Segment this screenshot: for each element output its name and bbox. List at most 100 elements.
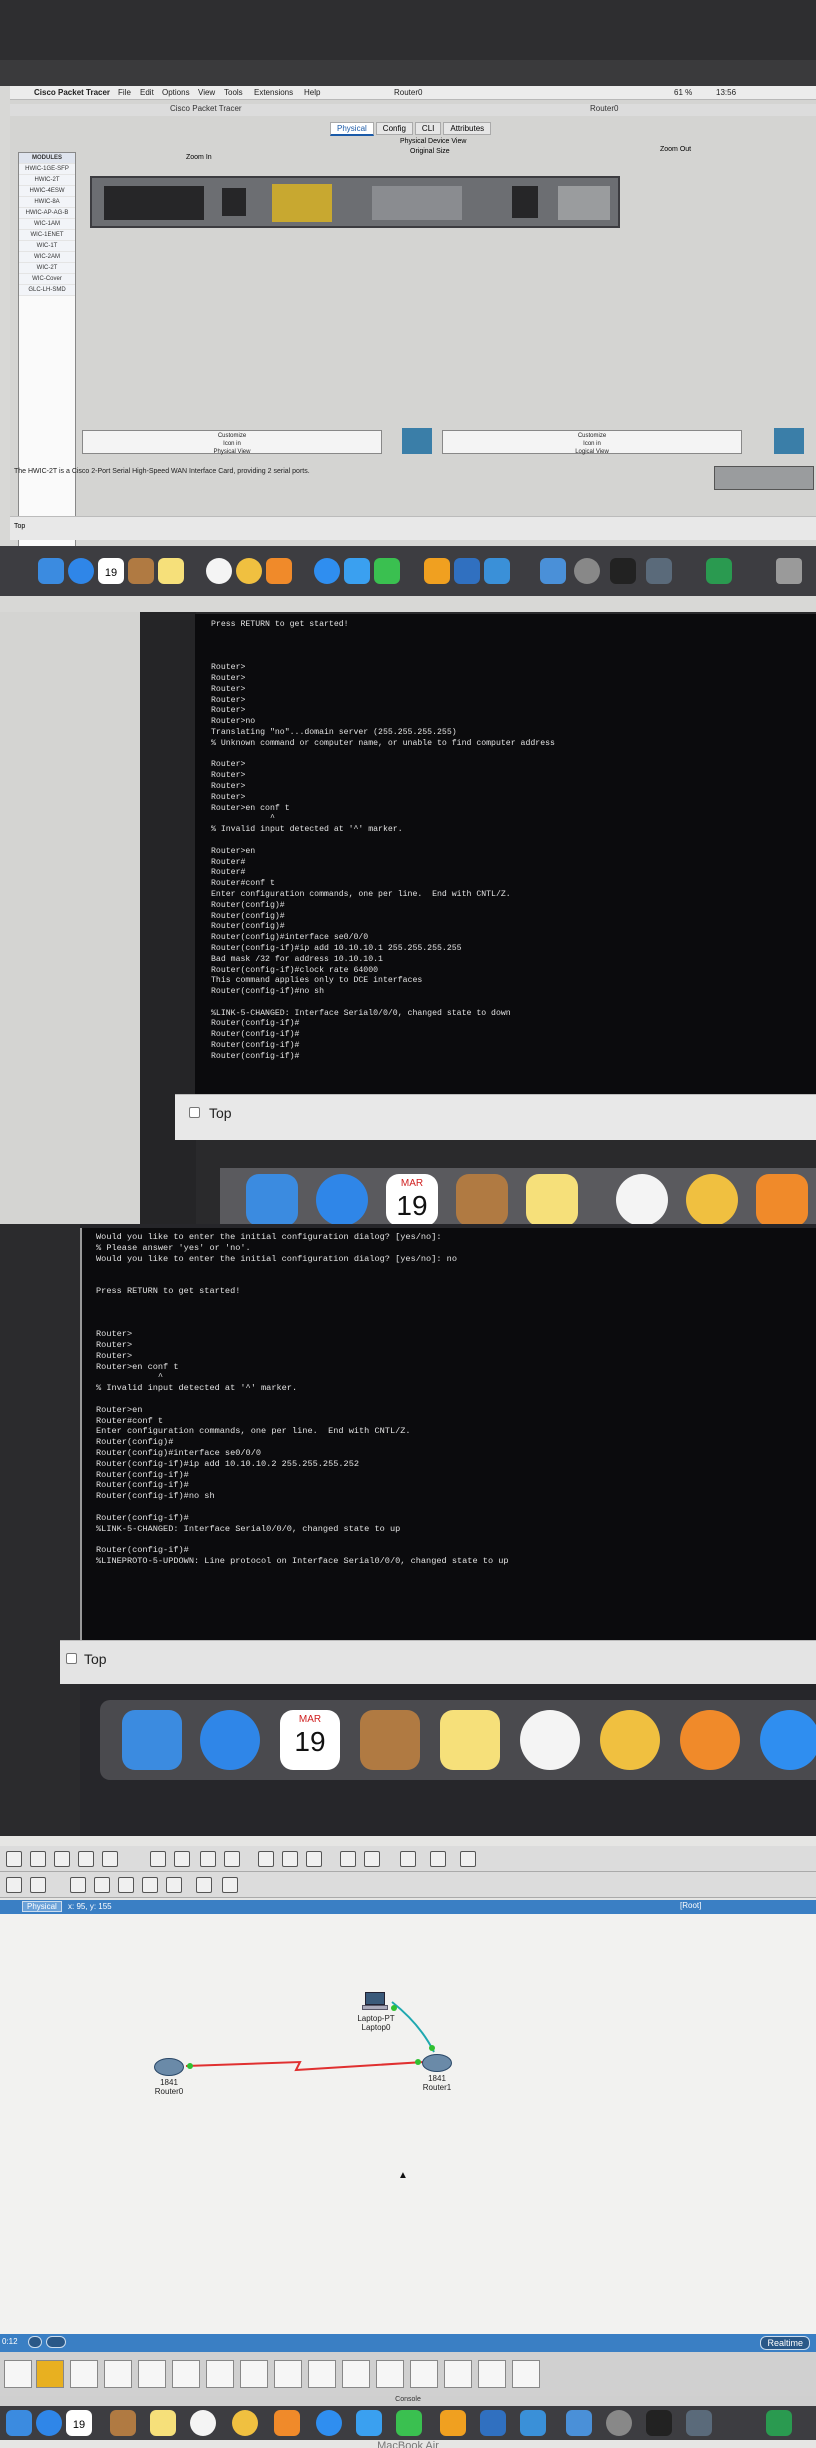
original-size-button[interactable]: Original Size — [410, 148, 450, 155]
delete-icon[interactable] — [70, 1877, 86, 1893]
straight-through-cable-icon[interactable] — [206, 2360, 234, 2388]
zoom-in-icon[interactable] — [258, 1851, 274, 1867]
tab-config[interactable]: Config — [375, 122, 413, 135]
power-cycle-icon[interactable] — [28, 2336, 42, 2348]
network-info-icon[interactable] — [102, 1851, 118, 1867]
viewport-icon[interactable] — [400, 1851, 416, 1867]
photos-icon[interactable] — [600, 1710, 660, 1770]
router0-terminal[interactable]: Press RETURN to get started! Router> Route… — [195, 614, 816, 1094]
fast-forward-icon[interactable] — [46, 2336, 66, 2348]
top-checkbox[interactable] — [66, 1653, 77, 1664]
zoom-out-button[interactable]: Zoom Out — [660, 146, 691, 153]
facetime-icon[interactable] — [374, 558, 400, 584]
menu-file[interactable]: File — [118, 88, 131, 97]
books-icon[interactable] — [756, 1174, 808, 1224]
safari-icon[interactable] — [68, 558, 94, 584]
music-icon[interactable] — [206, 558, 232, 584]
inspect-icon[interactable] — [30, 1877, 46, 1893]
trash-icon[interactable] — [776, 558, 802, 584]
notes-icon[interactable] — [526, 1174, 578, 1224]
safari-icon[interactable] — [316, 1174, 368, 1224]
mail-icon[interactable] — [766, 2410, 792, 2436]
freeform-icon[interactable] — [166, 1877, 182, 1893]
notes-icon[interactable] — [440, 1710, 500, 1770]
module-item[interactable]: WIC-1ENET — [19, 230, 75, 241]
fiber-cable-icon[interactable] — [274, 2360, 302, 2388]
menu-tools[interactable]: Tools — [224, 88, 243, 97]
zoom-reset-icon[interactable] — [282, 1851, 298, 1867]
keynote-icon[interactable] — [540, 558, 566, 584]
module-item[interactable]: HWIC-2T — [19, 175, 75, 186]
notes-icon[interactable] — [150, 2410, 176, 2436]
serial-link[interactable] — [185, 2060, 425, 2072]
photos-icon[interactable] — [686, 1174, 738, 1224]
finder-icon[interactable] — [38, 558, 64, 584]
python-icon[interactable] — [430, 1851, 446, 1867]
serial-module[interactable] — [372, 186, 462, 220]
console-cable-icon[interactable] — [172, 2360, 200, 2388]
module-item[interactable]: HWIC-AP-AG-B — [19, 208, 75, 219]
music-icon[interactable] — [520, 1710, 580, 1770]
paste-icon[interactable] — [174, 1851, 190, 1867]
draw-line-icon[interactable] — [94, 1877, 110, 1893]
router1-terminal[interactable]: Would you like to enter the initial conf… — [80, 1228, 816, 1640]
app-store-icon[interactable] — [314, 558, 340, 584]
coaxial-cable-icon[interactable] — [342, 2360, 370, 2388]
app-store-icon[interactable] — [316, 2410, 342, 2436]
finder-icon[interactable] — [122, 1710, 182, 1770]
xcode-icon[interactable] — [480, 2410, 506, 2436]
system-preferences-icon[interactable] — [574, 558, 600, 584]
module-item[interactable]: HWIC-8A — [19, 197, 75, 208]
contacts-icon[interactable] — [128, 558, 154, 584]
copy-icon[interactable] — [150, 1851, 166, 1867]
system-preferences-icon[interactable] — [606, 2410, 632, 2436]
sketch-icon[interactable] — [440, 2410, 466, 2436]
finder-icon[interactable] — [246, 1174, 298, 1224]
automatic-cable-icon[interactable] — [138, 2360, 166, 2388]
connections-category-icon[interactable] — [36, 2360, 64, 2388]
customize-logical-button[interactable]: Customize Icon in Logical View — [442, 430, 742, 455]
draw-ellipse-icon[interactable] — [142, 1877, 158, 1893]
menu-options[interactable]: Options — [162, 88, 190, 97]
module-item[interactable]: GLC-LH-SMD — [19, 285, 75, 296]
menu-help[interactable]: Help — [304, 88, 320, 97]
calendar-icon[interactable]: MAR 19 — [386, 1174, 438, 1224]
contacts-icon[interactable] — [456, 1174, 508, 1224]
app-name[interactable]: Cisco Packet Tracer — [34, 88, 110, 97]
complex-pdu-icon[interactable] — [222, 1877, 238, 1893]
zoom-out-icon[interactable] — [306, 1851, 322, 1867]
select-icon[interactable] — [6, 1877, 22, 1893]
module-item[interactable]: WIC-2AM — [19, 252, 75, 263]
finder-icon[interactable] — [6, 2410, 32, 2436]
music-icon[interactable] — [616, 1174, 668, 1224]
undo-icon[interactable] — [200, 1851, 216, 1867]
messages-icon[interactable] — [356, 2410, 382, 2436]
serial-dte-cable-icon[interactable] — [410, 2360, 438, 2388]
books-icon[interactable] — [274, 2410, 300, 2436]
iot-cable-icon[interactable] — [478, 2360, 506, 2388]
activity-monitor-icon[interactable] — [646, 2410, 672, 2436]
calendar-icon[interactable]: MAR 19 — [280, 1710, 340, 1770]
packet-tracer-icon[interactable] — [686, 2410, 712, 2436]
app-store-icon[interactable] — [760, 1710, 816, 1770]
redo-icon[interactable] — [224, 1851, 240, 1867]
sketch-icon[interactable] — [424, 558, 450, 584]
hwic-slot[interactable] — [222, 188, 246, 216]
mail-icon[interactable] — [706, 558, 732, 584]
contacts-icon[interactable] — [360, 1710, 420, 1770]
facetime-icon[interactable] — [396, 2410, 422, 2436]
phone-cable-icon[interactable] — [308, 2360, 336, 2388]
crossover-cable-icon[interactable] — [240, 2360, 268, 2388]
safari-icon[interactable] — [200, 1710, 260, 1770]
end-devices-category-icon[interactable] — [70, 2360, 98, 2388]
top-checkbox[interactable] — [189, 1107, 200, 1118]
realtime-mode-button[interactable]: Realtime — [760, 2336, 810, 2350]
zoom-in-button[interactable]: Zoom In — [186, 154, 212, 161]
router1-icon[interactable] — [422, 2054, 452, 2072]
activity-wizard-icon[interactable] — [78, 1851, 94, 1867]
wireless-category-icon[interactable] — [104, 2360, 132, 2388]
drawing-palette-icon[interactable] — [340, 1851, 356, 1867]
menu-edit[interactable]: Edit — [140, 88, 154, 97]
books-icon[interactable] — [266, 558, 292, 584]
menu-view[interactable]: View — [198, 88, 215, 97]
